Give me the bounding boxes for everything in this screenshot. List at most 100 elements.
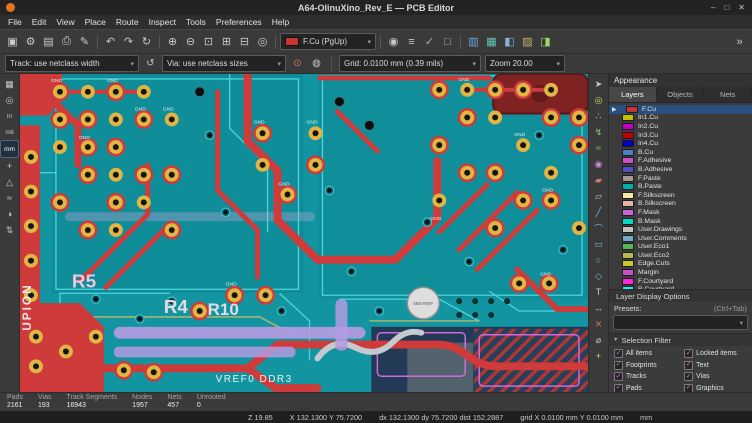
layer-row-f-adhesive[interactable]: F.Adhesive xyxy=(609,157,752,166)
checkbox-icon[interactable]: ✓ xyxy=(684,349,693,358)
origin-tool-icon[interactable]: + xyxy=(590,348,607,364)
filter-tracks[interactable]: ✓Tracks xyxy=(614,372,684,381)
layer-row-f-courtyard[interactable]: F.Courtyard xyxy=(609,277,752,286)
close-button[interactable]: ✕ xyxy=(738,3,745,12)
print-icon[interactable]: ⎙ xyxy=(58,33,75,50)
select-tool-icon[interactable]: ➤ xyxy=(590,76,607,92)
active-layer-dropdown[interactable]: F.Cu (PgUp) ▾ xyxy=(280,33,376,50)
menu-file[interactable]: File xyxy=(3,17,27,27)
arc-tool-icon[interactable]: ⌒ xyxy=(590,220,607,236)
layer-row-b-cu[interactable]: B.Cu xyxy=(609,148,752,157)
layer-color-swatch[interactable] xyxy=(622,200,634,207)
layer-color-swatch[interactable] xyxy=(622,166,634,173)
menu-view[interactable]: View xyxy=(51,17,79,27)
tab-nets[interactable]: Nets xyxy=(704,87,752,102)
drc-icon[interactable]: ✓ xyxy=(421,33,438,50)
show-ratsnest-icon[interactable]: ▥ xyxy=(465,33,482,50)
undo-icon[interactable]: ↶ xyxy=(102,33,119,50)
footprint-editor-icon[interactable]: □ xyxy=(439,33,456,50)
layer-color-swatch[interactable] xyxy=(622,140,634,147)
layer-color-swatch[interactable] xyxy=(622,132,634,139)
units-mils-button[interactable]: mil xyxy=(1,124,18,140)
layer-color-swatch[interactable] xyxy=(622,252,634,259)
layer-display-options[interactable]: Layer Display Options xyxy=(609,289,752,302)
flip-board-view-icon[interactable]: ⇅ xyxy=(1,222,18,238)
ratsnest-visibility-icon[interactable]: △ xyxy=(1,174,18,190)
layer-color-swatch[interactable] xyxy=(622,209,634,216)
units-inches-button[interactable]: in xyxy=(1,108,18,124)
pcb-canvas[interactable]: GND GND GND GND GND GND GND GND GND GND … xyxy=(20,74,588,392)
via-size-dropdown[interactable]: Via: use netclass sizes ▾ xyxy=(162,55,286,72)
filter-footprints[interactable]: ✓Footprints xyxy=(614,361,684,370)
dimension-tool-icon[interactable]: ↔ xyxy=(590,300,607,316)
layer-color-swatch[interactable] xyxy=(622,123,634,130)
track-width-dropdown[interactable]: Track: use netclass width ▾ xyxy=(5,55,139,72)
checkbox-icon[interactable]: ✓ xyxy=(614,349,623,358)
curved-ratsnest-icon[interactable]: ≈ xyxy=(1,190,18,206)
zoom-selection-icon[interactable]: ⊟ xyxy=(236,33,253,50)
layer-color-swatch[interactable] xyxy=(622,269,634,276)
polygon-tool-icon[interactable]: ◇ xyxy=(590,268,607,284)
zoom-in-icon[interactable]: ⊕ xyxy=(164,33,181,50)
3d-viewer-icon[interactable]: ◧ xyxy=(501,33,518,50)
layer-color-swatch[interactable] xyxy=(622,235,634,242)
zoom-fit-icon[interactable]: ⊡ xyxy=(200,33,217,50)
menu-inspect[interactable]: Inspect xyxy=(144,17,181,27)
layer-row-edge-cuts[interactable]: Edge.Cuts xyxy=(609,260,752,269)
layer-color-swatch[interactable] xyxy=(622,278,634,285)
redo-icon[interactable]: ↷ xyxy=(120,33,137,50)
find-icon[interactable]: ◎ xyxy=(254,33,271,50)
checkbox-icon[interactable]: ✓ xyxy=(614,361,623,370)
delete-tool-icon[interactable]: ✕ xyxy=(590,316,607,332)
circle-tool-icon[interactable]: ○ xyxy=(590,252,607,268)
menu-preferences[interactable]: Preferences xyxy=(211,17,267,27)
polar-coordinates-icon[interactable]: ◎ xyxy=(1,92,18,108)
high-contrast-mode-icon[interactable]: ◑ xyxy=(1,206,18,222)
layer-color-swatch[interactable] xyxy=(622,183,634,190)
filter-all-items[interactable]: ✓All items xyxy=(614,349,684,358)
measure-tool-icon[interactable]: ⌀ xyxy=(590,332,607,348)
layer-color-swatch[interactable] xyxy=(622,260,634,267)
crosshair-style-icon[interactable]: + xyxy=(1,158,18,174)
local-ratsnest-tool-icon[interactable]: ∴ xyxy=(590,108,607,124)
layer-row-user-drawings[interactable]: User.Drawings xyxy=(609,225,752,234)
layer-color-swatch[interactable] xyxy=(622,157,634,164)
layer-color-swatch[interactable] xyxy=(622,192,634,199)
via-tool-icon[interactable]: ◉ xyxy=(590,156,607,172)
maximize-button[interactable]: □ xyxy=(724,3,729,12)
menu-edit[interactable]: Edit xyxy=(27,17,52,27)
layer-row-in3-cu[interactable]: In3.Cu xyxy=(609,131,752,140)
zone-tool-icon[interactable]: ▰ xyxy=(590,172,607,188)
board-setup-icon[interactable]: ⚙ xyxy=(22,33,39,50)
zoom-out-icon[interactable]: ⊖ xyxy=(182,33,199,50)
text-tool-icon[interactable]: T xyxy=(590,284,607,300)
layer-row-b-mask[interactable]: B.Mask xyxy=(609,217,752,226)
auto-track-width-icon[interactable]: ↺ xyxy=(143,56,158,71)
page-settings-icon[interactable]: ▤ xyxy=(40,33,57,50)
menu-place[interactable]: Place xyxy=(80,17,111,27)
layer-row-b-adhesive[interactable]: B.Adhesive xyxy=(609,165,752,174)
line-tool-icon[interactable]: ╱ xyxy=(590,204,607,220)
layer-row-user-eco1[interactable]: User.Eco1 xyxy=(609,243,752,252)
app-indicator-dot[interactable] xyxy=(6,3,15,12)
layer-row-f-cu[interactable]: ▶F.Cu xyxy=(609,105,752,114)
layer-color-swatch[interactable] xyxy=(622,114,634,121)
units-mm-button[interactable]: mm xyxy=(0,140,19,158)
layer-row-f-paste[interactable]: F.Paste xyxy=(609,174,752,183)
layer-row-b-paste[interactable]: B.Paste xyxy=(609,182,752,191)
layer-row-in1-cu[interactable]: In1.Cu xyxy=(609,114,752,123)
layer-color-swatch[interactable] xyxy=(622,218,634,225)
toolbar-overflow-icon[interactable]: » xyxy=(731,33,748,50)
highlight-net-icon[interactable]: ◉ xyxy=(385,33,402,50)
checkbox-icon[interactable]: ✓ xyxy=(614,372,623,381)
highlight-collisions-icon[interactable]: ◍ xyxy=(309,56,324,71)
menu-tools[interactable]: Tools xyxy=(181,17,211,27)
minimize-button[interactable]: – xyxy=(711,3,715,12)
grid-visibility-icon[interactable]: ▦ xyxy=(1,76,18,92)
route-tracks-tool-icon[interactable]: ↯ xyxy=(590,124,607,140)
menu-help[interactable]: Help xyxy=(267,17,294,27)
layer-color-swatch[interactable] xyxy=(622,243,634,250)
checkbox-icon[interactable]: ✓ xyxy=(684,361,693,370)
tab-objects[interactable]: Objects xyxy=(657,87,705,102)
refresh-icon[interactable]: ↻ xyxy=(138,33,155,50)
